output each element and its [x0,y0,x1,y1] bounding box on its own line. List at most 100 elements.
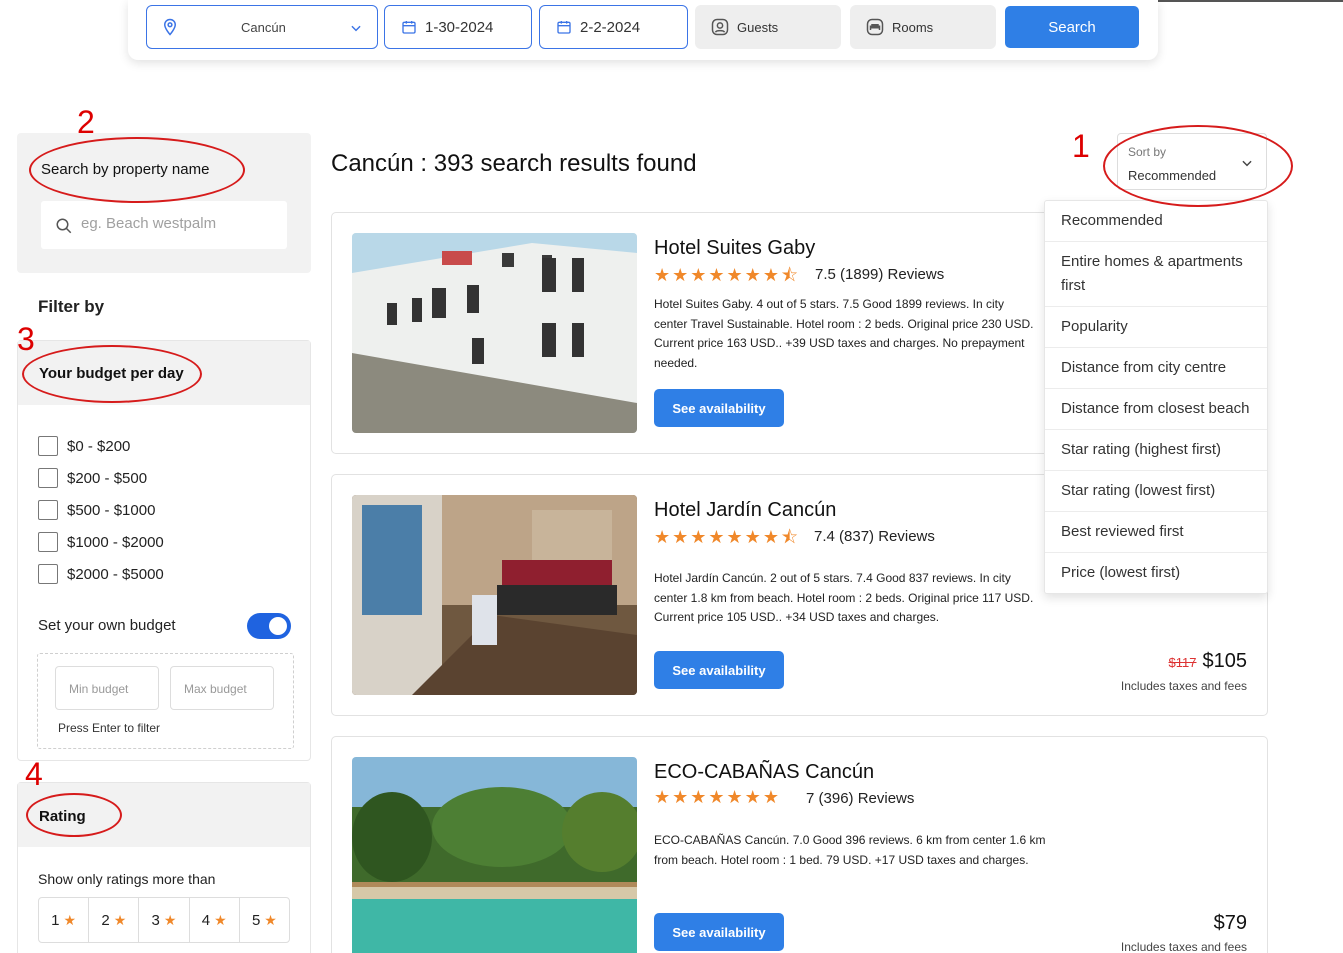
sort-option[interactable]: Star rating (lowest first) [1045,471,1267,512]
budget-option[interactable]: $0 - $200 [38,435,130,457]
current-price: $79 [1213,912,1247,934]
chevron-down-icon [351,25,361,32]
star-rating: ★★★★★★★⯪ [654,265,801,285]
search-icon [56,218,72,234]
custom-budget-box: Min budget Max budget Press Enter to fil… [37,653,294,749]
budget-panel-header: Your budget per day [18,341,310,405]
annotation-number: 4 [25,756,43,792]
check-out-value: 2-2-2024 [580,18,641,36]
budget-option[interactable]: $500 - $1000 [38,499,155,521]
rating-panel-header: Rating [18,783,310,847]
own-budget-toggle[interactable] [247,613,291,639]
see-availability-button[interactable]: See availability [654,389,784,427]
check-out-date[interactable]: 2-2-2024 [539,5,688,49]
location-value: Cancún [241,20,286,35]
budget-panel: Your budget per day $0 - $200 $200 - $50… [17,340,311,761]
hotel-description: Hotel Suites Gaby. 4 out of 5 stars. 7.5… [654,297,1034,370]
star-icon: ★ [214,911,227,928]
see-availability-button[interactable]: See availability [654,913,784,951]
sort-option[interactable]: Star rating (highest first) [1045,430,1267,471]
budget-option-label: $500 - $1000 [67,501,156,519]
sort-option[interactable]: Best reviewed first [1045,512,1267,553]
annotation-number: 2 [77,104,95,140]
sort-label: Sort by [1128,145,1167,159]
rooms-field[interactable]: Rooms [850,5,996,49]
sort-select[interactable]: Sort by Recommended [1117,133,1267,190]
user-icon [711,18,729,36]
rating-value: 4 [201,911,211,929]
sort-dropdown: Recommended Entire homes & apartments fi… [1044,200,1268,594]
sort-option[interactable]: Recommended [1045,201,1267,242]
sort-option[interactable]: Distance from closest beach [1045,389,1267,430]
review-count: 7 (396) Reviews [806,790,915,807]
hotel-photo[interactable] [352,233,637,433]
rating-option-1[interactable]: 1 ★ [39,898,90,942]
budget-option[interactable]: $2000 - $5000 [38,563,164,585]
rating-option-2[interactable]: 2 ★ [89,898,140,942]
guests-field[interactable]: Guests [695,5,841,49]
check-in-value: 1-30-2024 [425,18,494,36]
rating-panel: Rating Show only ratings more than 1 ★ 2 ★… [17,782,311,953]
checkbox[interactable] [38,468,58,488]
hotel-photo[interactable] [352,495,637,695]
results-title: Cancún : 393 search results found [331,150,697,177]
star-icon: ★ [113,911,127,928]
star-icon: ★ [63,911,77,928]
rating-selector: 1 ★ 2 ★ 3 ★ 4 ★ 5 ★ [38,897,290,943]
rating-value: 5 [251,911,261,929]
hotel-description: Hotel Jardín Cancún. 2 out of 5 stars. 7… [654,571,1034,624]
star-icon: ★ [163,911,177,928]
budget-option[interactable]: $1000 - $2000 [38,531,164,553]
hotel-card: ECO-CABAÑAS Cancún ★★★★★★★ 7 (396) Revie… [331,736,1268,953]
guests-label: Guests [737,19,779,35]
hotel-name[interactable]: Hotel Suites Gaby [654,237,815,260]
star-rating: ★★★★★★★ [654,787,781,807]
calendar-icon [557,21,571,34]
property-search-input[interactable] [81,215,281,232]
budget-option[interactable]: $200 - $500 [38,467,147,489]
property-search-box[interactable] [41,201,287,249]
review-count: 7.5 (1899) Reviews [815,266,945,283]
max-budget-input[interactable]: Max budget [170,666,274,710]
min-budget-input[interactable]: Min budget [55,666,159,710]
rating-option-4[interactable]: 4 ★ [190,898,240,942]
calendar-icon [402,21,416,34]
property-search-title: Search by property name [41,161,210,178]
budget-option-label: $200 - $500 [67,469,148,487]
star-rating: ★★★★★★★⯪ [654,527,801,547]
rating-option-5[interactable]: 5 ★ [240,898,289,942]
rating-value: 2 [101,911,110,929]
check-in-date[interactable]: 1-30-2024 [384,5,532,49]
hotel-name[interactable]: Hotel Jardín Cancún [654,499,836,522]
rating-title: Rating [39,808,86,825]
search-button[interactable]: Search [1005,6,1139,48]
sort-option[interactable]: Entire homes & apartments first [1045,242,1267,307]
hotel-name[interactable]: ECO-CABAÑAS Cancún [654,761,874,784]
sort-value: Recommended [1128,168,1217,183]
own-budget-label: Set your own budget [38,617,176,634]
budget-option-label: $2000 - $5000 [67,565,164,583]
checkbox[interactable] [38,500,58,520]
review-count: 7.4 (837) Reviews [814,528,935,545]
press-enter-hint: Press Enter to filter [58,721,161,735]
current-price: $105 [1202,650,1248,672]
sort-option[interactable]: Popularity [1045,307,1267,348]
search-bar: Cancún 1-30-2024 2-2-2024 Guests Rooms S… [128,0,1158,60]
annotation-number: 1 [1072,128,1090,164]
taxes-note: Includes taxes and fees [1120,679,1247,693]
rating-value: 1 [51,911,60,929]
price: $117 $105 [1169,650,1247,673]
see-availability-button[interactable]: See availability [654,651,784,689]
budget-title: Your budget per day [39,365,184,382]
filter-by-heading: Filter by [38,297,105,316]
checkbox[interactable] [38,436,58,456]
checkbox[interactable] [38,564,58,584]
checkbox[interactable] [38,532,58,552]
chevron-down-icon [1242,160,1252,167]
sort-option[interactable]: Distance from city centre [1045,348,1267,389]
sort-option[interactable]: Price (lowest first) [1045,553,1267,593]
rating-option-3[interactable]: 3 ★ [139,898,190,942]
location-select[interactable]: Cancún [146,5,378,49]
hotel-photo[interactable] [352,757,637,953]
original-price: $117 [1168,655,1197,670]
